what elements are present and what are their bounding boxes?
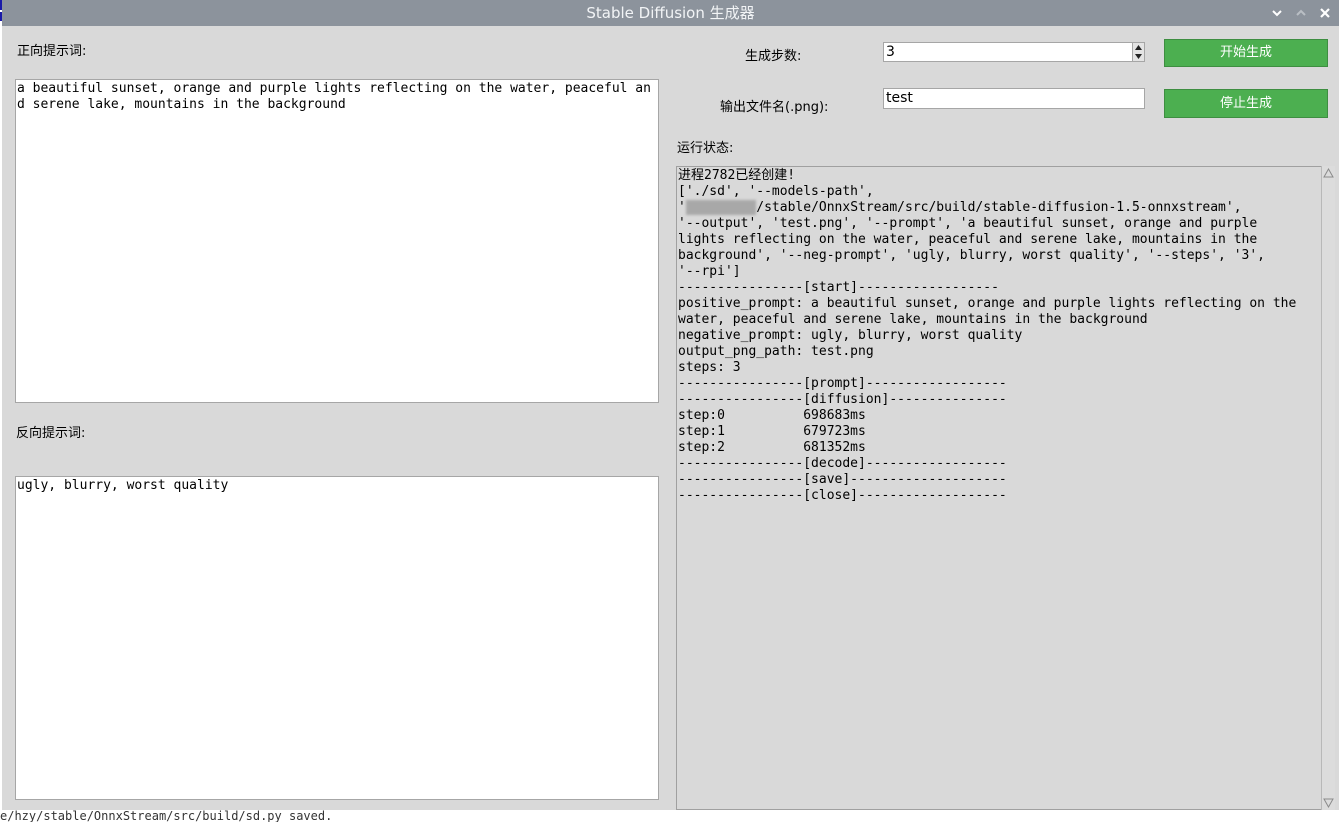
- status-line: ----------------[prompt]----------------…: [678, 376, 1007, 391]
- background-terminal-text: e/hzy/stable/OnnxStream/src/build/sd.py …: [0, 810, 1339, 822]
- steps-spinbox[interactable]: 3: [883, 42, 1145, 62]
- scroll-up-icon[interactable]: [1323, 167, 1334, 179]
- status-line: lights reflecting on the water, peaceful…: [678, 232, 1258, 247]
- status-line: negative_prompt: ugly, blurry, worst qua…: [678, 328, 1023, 343]
- status-label: 运行状态:: [677, 141, 734, 156]
- spin-down-icon[interactable]: [1133, 52, 1144, 61]
- output-filename-label: 输出文件名(.png):: [720, 100, 829, 115]
- status-line: '--rpi']: [678, 264, 741, 279]
- app-window: Stable Diffusion 生成器 正向提示词: a beautiful …: [2, 0, 1339, 817]
- status-line: step:0 698683ms: [678, 408, 866, 423]
- positive-prompt-input[interactable]: a beautiful sunset, orange and purple li…: [15, 79, 659, 403]
- status-line: background', '--neg-prompt', 'ugly, blur…: [678, 248, 1265, 263]
- status-line: water, peaceful and serene lake, mountai…: [678, 312, 1148, 327]
- status-line: step:2 681352ms: [678, 440, 866, 455]
- redacted-path: /home/hzy: [685, 200, 757, 215]
- start-generate-button[interactable]: 开始生成: [1164, 39, 1328, 67]
- title-bar[interactable]: Stable Diffusion 生成器: [2, 0, 1339, 26]
- status-line: ----------------[diffusion]-------------…: [678, 392, 1007, 407]
- status-line: ----------------[start]-----------------…: [678, 280, 999, 295]
- status-line: output_png_path: test.png: [678, 344, 874, 359]
- close-button[interactable]: [1316, 4, 1334, 22]
- status-line: step:1 679723ms: [678, 424, 866, 439]
- status-line: steps: 3: [678, 360, 741, 375]
- status-log[interactable]: 进程2782已经创建! ['./sd', '--models-path', ' /…: [676, 166, 1322, 810]
- stop-generate-button[interactable]: 停止生成: [1164, 89, 1328, 118]
- minimize-button[interactable]: [1268, 4, 1286, 22]
- status-line: '/home/hzy/stable/OnnxStream/src/build/s…: [678, 200, 1242, 215]
- steps-value: 3: [886, 44, 895, 60]
- scroll-down-icon[interactable]: [1323, 797, 1334, 809]
- status-line: positive_prompt: a beautiful sunset, ora…: [678, 296, 1297, 311]
- output-filename-input[interactable]: test: [883, 88, 1145, 109]
- negative-prompt-input[interactable]: ugly, blurry, worst quality: [15, 476, 659, 800]
- steps-label: 生成步数:: [745, 49, 802, 64]
- close-icon: [1320, 8, 1330, 18]
- negative-prompt-label: 反向提示词:: [16, 426, 86, 441]
- status-scrollbar[interactable]: [1321, 166, 1335, 810]
- window-title: Stable Diffusion 生成器: [586, 4, 755, 22]
- positive-prompt-label: 正向提示词:: [17, 44, 87, 59]
- chevron-up-icon: [1296, 9, 1306, 16]
- status-line: ----------------[decode]----------------…: [678, 456, 1007, 471]
- status-line: '--output', 'test.png', '--prompt', 'a b…: [678, 216, 1258, 231]
- status-line: ----------------[close]-----------------…: [678, 488, 1007, 503]
- spin-arrows[interactable]: [1132, 43, 1144, 61]
- chevron-down-icon: [1272, 10, 1282, 17]
- status-line: ['./sd', '--models-path',: [678, 184, 874, 199]
- status-line: ----------------[save]------------------…: [678, 472, 1007, 487]
- spin-up-icon[interactable]: [1133, 43, 1144, 52]
- status-line: 进程2782已经创建!: [678, 168, 796, 183]
- maximize-button[interactable]: [1292, 4, 1310, 22]
